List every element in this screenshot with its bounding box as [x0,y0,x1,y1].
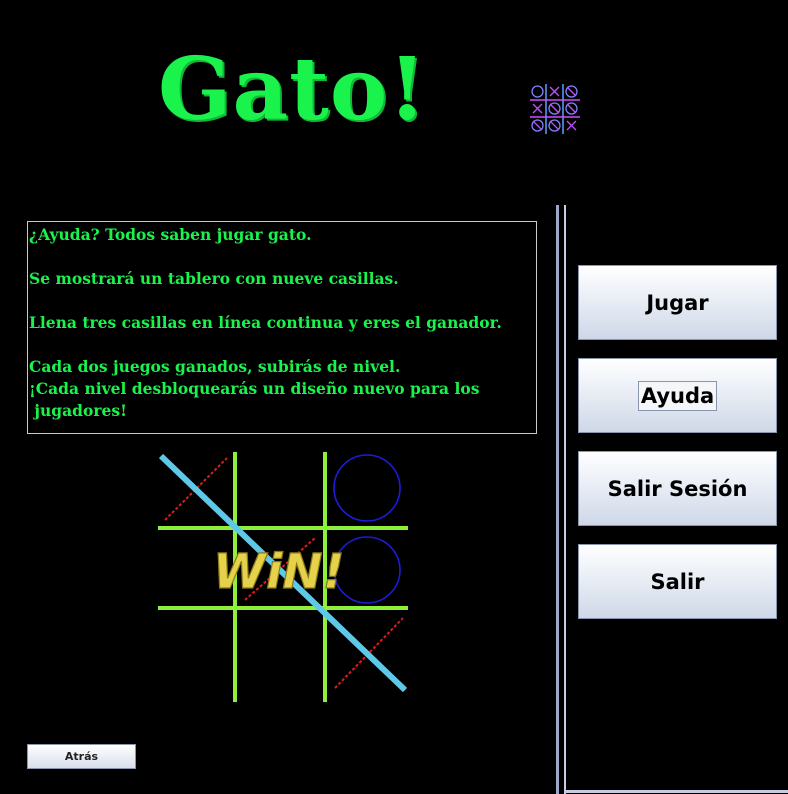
help-button-label: Ayuda [637,380,718,411]
panel-divider [556,205,566,794]
help-line: ¿Ayuda? Todos saben jugar gato. [29,225,312,244]
help-line: jugadores! [29,401,127,420]
play-button-label: Jugar [646,290,709,315]
logout-button[interactable]: Salir Sesión [578,451,777,526]
win-board-illustration: WiN! [158,452,408,702]
panel-bottom-border [566,790,788,793]
help-line: Cada dos juegos ganados, subirás de nive… [29,357,401,376]
back-button[interactable]: Atrás [27,744,136,769]
game-title: Gato! [158,39,428,140]
exit-button-label: Salir [650,569,705,594]
help-line: ¡Cada nivel desbloquearás un diseño nuev… [29,379,480,398]
tic-tac-toe-logo-icon [530,84,580,134]
logout-button-label: Salir Sesión [607,476,748,501]
help-text-box: ¿Ayuda? Todos saben jugar gato. Se mostr… [27,221,537,434]
help-line: Llena tres casillas en línea continua y … [29,313,502,332]
exit-button[interactable]: Salir [578,544,777,619]
help-button[interactable]: Ayuda [578,358,777,433]
play-button[interactable]: Jugar [578,265,777,340]
help-line: Se mostrará un tablero con nueve casilla… [29,269,399,288]
back-button-label: Atrás [64,750,99,763]
win-text: WiN! [213,544,344,600]
